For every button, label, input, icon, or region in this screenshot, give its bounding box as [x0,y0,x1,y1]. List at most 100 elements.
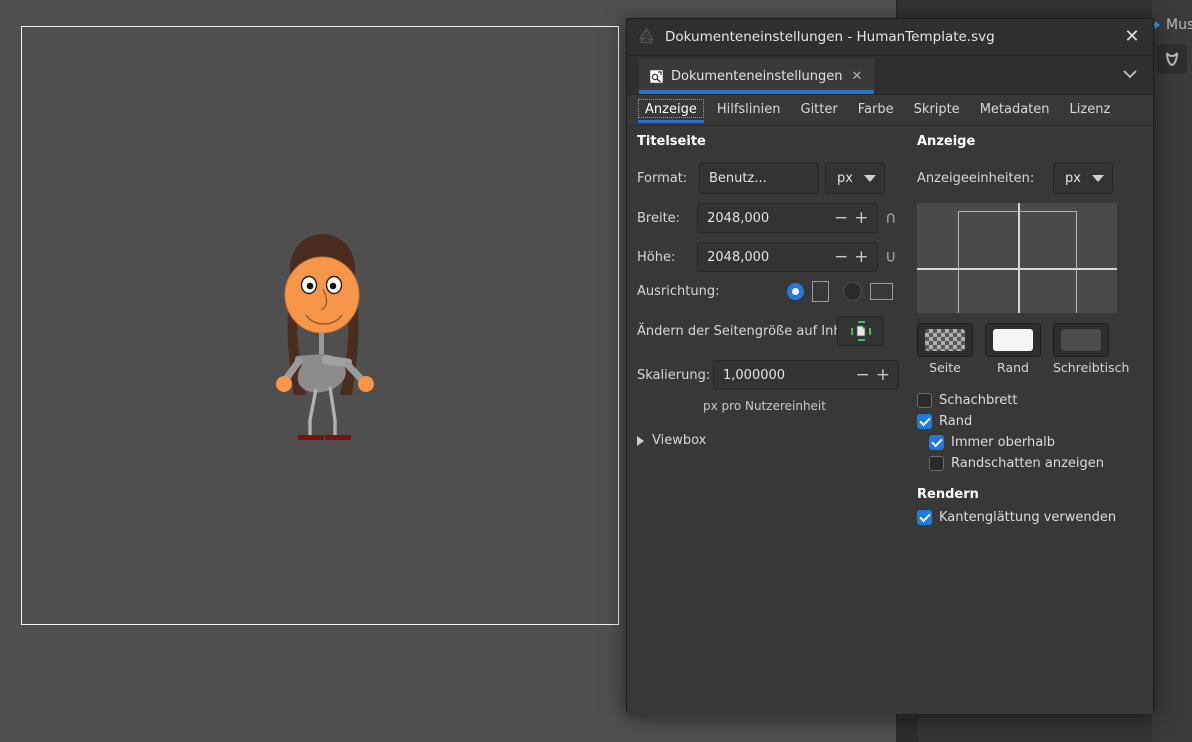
bottom-status-strip [896,718,1192,742]
chevron-down-icon [1092,174,1104,182]
checkbox-immer-oberhalb[interactable]: Immer oberhalb [929,435,1145,450]
chevron-down-glyph [1123,70,1137,79]
chevron-down-icon[interactable] [1115,61,1145,87]
link-dimensions-icon-top[interactable] [882,210,899,226]
page-section-heading: Titelseite [637,134,706,149]
tool-button-partial[interactable] [1188,44,1192,74]
checkbox-box [929,435,944,450]
tab-dokumenteneinstellungen[interactable]: Dokumenteneinstellungen ✕ [639,58,875,94]
checkbox-label: Kantenglättung verwenden [939,510,1117,525]
width-label: Breite: [637,210,681,226]
tab-close-icon[interactable]: ✕ [851,69,862,84]
link-dimensions-icon-bottom[interactable] [882,249,899,265]
format-label: Format: [637,170,688,186]
scale-stepper[interactable]: − + [854,366,899,384]
scale-row: Skalierung: 1,000000 − + [637,360,899,390]
display-section-heading: Anzeige [917,134,976,149]
document-properties-icon [650,69,663,83]
scale-minus-button[interactable]: − [854,366,872,384]
subtab-lizenz[interactable]: Lizenz [1060,98,1121,123]
inkscape-logo-icon [639,27,654,43]
seite-color-preview [925,329,965,351]
right-toolbar [1152,0,1192,742]
checkbox-rand[interactable]: Rand [917,414,1145,429]
display-settings-column: Anzeige Anzeigeeinheiten: px Seite Rand … [917,134,1145,531]
height-label: Höhe: [637,249,676,265]
landscape-page-icon [870,283,893,300]
scale-label: Skalierung: [637,367,711,383]
checkbox-schachbrett[interactable]: Schachbrett [917,393,1145,408]
dialog-body: Titelseite Format: Benutz... px Breite: … [627,126,1153,714]
chevron-right-icon [637,435,644,446]
checkbox-label: Rand [939,414,973,429]
close-icon[interactable]: ✕ [1117,23,1147,51]
width-stepper[interactable]: − + [832,209,877,227]
checkbox-box [917,510,932,525]
seite-color-button[interactable] [917,323,973,357]
dialog-tabstrip: Dokumenteneinstellungen ✕ [627,56,1153,95]
swatch-group-rand: Rand [985,323,1041,375]
page-settings-column: Titelseite Format: Benutz... px Breite: … [637,134,899,457]
subtab-gitter[interactable]: Gitter [791,98,848,123]
canvas-page[interactable] [21,26,619,625]
seite-label: Seite [929,360,961,375]
scale-value: 1,000000 [723,367,786,383]
display-units-value: px [1065,170,1081,186]
schreibtisch-color-button[interactable] [1053,323,1109,357]
rand-color-preview [993,329,1033,351]
rand-label: Rand [997,360,1029,375]
radio-dot [792,288,799,295]
width-minus-button[interactable]: − [832,209,850,227]
portrait-page-icon [812,281,829,302]
swatch-group-schreibtisch: Schreibtisch [1053,323,1129,375]
color-swatch-group: Seite Rand Schreibtisch [917,323,1145,375]
node-shape-icon [1166,52,1178,67]
subtab-label: Skripte [913,101,960,117]
height-stepper[interactable]: − + [832,248,877,266]
width-value: 2048,000 [707,210,770,226]
format-unit-dropdown[interactable]: px [825,162,885,194]
width-field[interactable]: 2048,000 − + [697,203,878,233]
subtab-label: Farbe [857,101,894,117]
schreibtisch-color-preview [1061,329,1101,351]
tool-button-node[interactable] [1157,44,1187,74]
checkbox-box [917,393,932,408]
subtab-farbe[interactable]: Farbe [848,98,904,123]
display-units-label: Anzeigeeinheiten: [917,170,1035,186]
subtab-anzeige[interactable]: Anzeige [635,98,707,123]
subtab-metadaten[interactable]: Metadaten [970,98,1060,123]
display-units-dropdown[interactable]: px [1053,162,1113,194]
resize-to-content-row: Ändern der Seitengröße auf Inhalt: [637,316,899,346]
orientation-portrait-radio[interactable] [787,283,804,300]
checkbox-kantenglaettung[interactable]: Kantenglättung verwenden [917,510,1145,525]
scale-field[interactable]: 1,000000 − + [713,360,899,390]
subtab-hilfslinien[interactable]: Hilfslinien [707,98,791,123]
checkbox-label: Schachbrett [939,393,1018,408]
render-section-heading: Rendern [917,487,979,502]
checkbox-box [929,456,944,471]
dialog-titlebar: Dokumenteneinstellungen - HumanTemplate.… [627,19,1153,56]
width-row: Breite: 2048,000 − + [637,203,899,233]
viewbox-expander[interactable]: Viewbox [637,433,899,448]
format-row: Format: Benutz... px [637,162,899,194]
rand-color-button[interactable] [985,323,1041,357]
subtab-skripte[interactable]: Skripte [904,98,970,123]
width-plus-button[interactable]: + [852,209,870,227]
height-field[interactable]: 2048,000 − + [697,242,878,272]
canvas-artwork [276,233,374,440]
orientation-landscape-radio[interactable] [843,282,862,301]
viewbox-label: Viewbox [652,433,707,448]
checkbox-label: Randschatten anzeigen [951,456,1105,471]
height-row: Höhe: 2048,000 − + [637,242,899,272]
height-minus-button[interactable]: − [832,248,850,266]
checkbox-randschatten[interactable]: Randschatten anzeigen [929,456,1145,471]
resize-to-content-button[interactable] [837,316,884,346]
dialog-title: Dokumenteneinstellungen - HumanTemplate.… [665,29,995,45]
height-plus-button[interactable]: + [852,248,870,266]
checkbox-label: Immer oberhalb [951,435,1056,450]
settings-subtabs: Anzeige Hilfslinien Gitter Farbe Skripte… [627,95,1153,126]
subtab-label: Hilfslinien [716,101,781,117]
scale-plus-button[interactable]: + [874,366,892,384]
format-field[interactable]: Benutz... [699,162,819,194]
format-unit-value: px [837,170,853,186]
